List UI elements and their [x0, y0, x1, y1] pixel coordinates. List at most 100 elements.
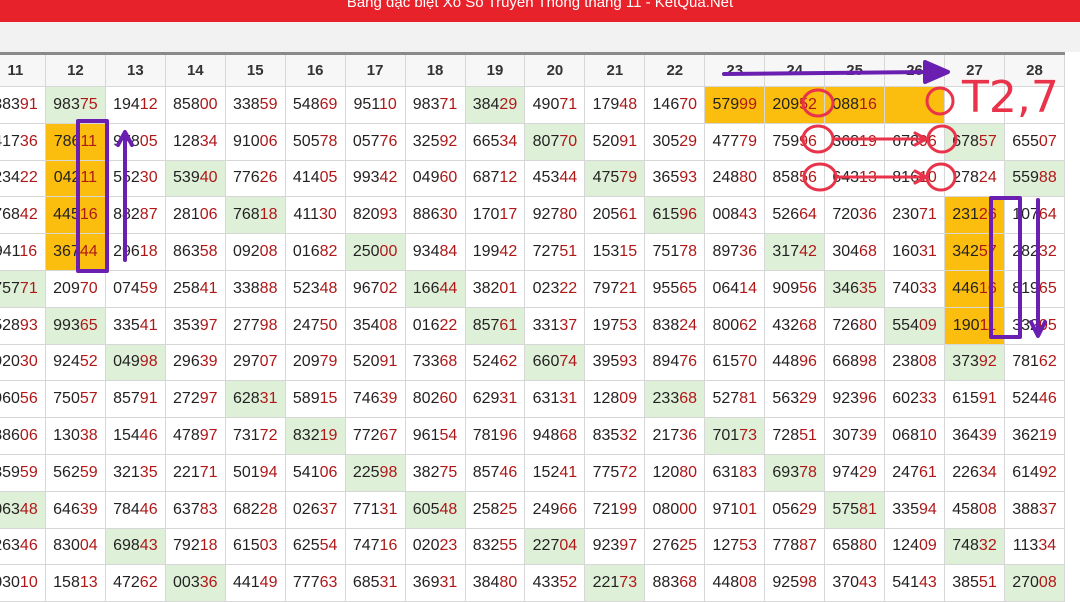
result-number: 57581	[832, 500, 877, 518]
result-cell: 37043	[824, 564, 886, 602]
result-cell: 22171	[164, 453, 226, 492]
result-cell: 29707	[224, 343, 286, 382]
result-number: 04211	[53, 169, 98, 187]
table-row: 38391 98375 19412 85800 33859 54869 95110 98371…	[0, 86, 1066, 124]
result-cell: 72199	[584, 490, 646, 529]
result-number: 85800	[173, 95, 218, 113]
result-number: 19011	[952, 316, 997, 334]
result-cell: 89476	[644, 343, 706, 382]
result-cell: 14670	[644, 86, 706, 124]
result-number: 92397	[592, 537, 638, 555]
result-cell: 36219	[1003, 417, 1066, 455]
result-cell: 06414	[704, 269, 766, 308]
result-number: 74832	[952, 537, 997, 555]
result-cell: 28232	[1003, 233, 1066, 271]
column-header-20: 20	[524, 52, 586, 87]
result-cell: 41130	[284, 196, 346, 235]
result-cell: 85800	[164, 86, 226, 124]
result-cell: 77131	[344, 490, 406, 529]
result-cell: 96154	[404, 417, 466, 455]
result-number: 72751	[532, 243, 578, 261]
result-number: 61503	[232, 537, 278, 555]
result-cell: 57999	[704, 86, 766, 124]
result-cell: 30468	[824, 233, 886, 271]
result-cell: 68712	[464, 159, 526, 198]
result-number: 29639	[173, 353, 218, 371]
result-number: 58915	[292, 390, 338, 408]
result-number: 49071	[532, 95, 578, 113]
result-number: 27008	[1012, 574, 1057, 592]
result-number: 38429	[472, 95, 518, 113]
table-row: 03010 15813 47262 00336 44149 77763 68531 36931…	[0, 564, 1066, 602]
result-number: 33137	[532, 316, 578, 334]
result-number: 16644	[412, 279, 458, 297]
result-cell: 22634	[944, 453, 1005, 492]
table-row: 88606 13038 15446 47897 73172 83219 77267 96154…	[0, 417, 1066, 455]
result-cell: 08000	[644, 490, 706, 529]
result-cell: 02023	[404, 527, 466, 566]
result-cell: 31742	[764, 233, 826, 271]
result-cell: 50194	[224, 453, 286, 492]
result-number: 78196	[472, 427, 518, 445]
result-cell: 47579	[584, 159, 646, 198]
result-number: 29618	[113, 243, 158, 261]
result-cell: 00336	[164, 564, 226, 602]
result-number: 45808	[952, 500, 997, 518]
result-cell: 19412	[104, 86, 166, 124]
result-cell: 77626	[224, 159, 286, 198]
result-cell: 38480	[464, 564, 526, 602]
result-cell: 47262	[104, 564, 166, 602]
result-number: 70173	[712, 427, 757, 445]
result-cell: 92397	[584, 527, 646, 566]
result-cell: 04211	[44, 159, 106, 198]
result-number: 66898	[832, 353, 877, 371]
result-number: 61591	[952, 390, 997, 408]
result-number: 69378	[772, 463, 817, 481]
result-number: 95565	[652, 279, 698, 297]
result-cell: 22173	[584, 564, 646, 602]
result-cell: 75996	[764, 122, 826, 161]
result-number: 20970	[53, 279, 98, 297]
result-cell: 23368	[644, 380, 706, 419]
result-cell: 97101	[704, 490, 766, 529]
result-number: 47579	[592, 169, 638, 187]
result-cell: 67857	[944, 122, 1005, 161]
result-number: 47897	[173, 427, 218, 445]
result-number: 27798	[232, 316, 278, 334]
result-number: 36744	[53, 243, 98, 261]
result-number: 30739	[832, 427, 877, 445]
result-cell: 20979	[284, 343, 346, 382]
result-number: 69843	[113, 537, 158, 555]
result-cell: 88368	[644, 564, 706, 602]
result-cell: 33594	[884, 490, 945, 529]
table-row: 52893 99365 33541 35397 27798 24750 35408 01622…	[0, 306, 1066, 345]
result-cell: 92452	[44, 343, 106, 382]
result-number: 12834	[173, 132, 218, 150]
result-cell: 49071	[524, 86, 586, 124]
result-number: 36819	[832, 132, 877, 150]
result-cell: 38837	[1003, 490, 1066, 529]
page-header-bar: Bảng đặc biệt Xổ Số Truyền Thống tháng 1…	[0, 0, 1080, 22]
result-cell: 61570	[704, 343, 766, 382]
result-number: 89476	[652, 353, 698, 371]
result-number: 06810	[892, 427, 937, 445]
result-cell: 02322	[524, 269, 586, 308]
result-cell: 78446	[104, 490, 166, 529]
result-cell: 88287	[104, 196, 166, 235]
result-cell: 55230	[104, 159, 166, 198]
result-number: 93484	[412, 243, 458, 261]
result-number: 52091	[592, 132, 638, 150]
result-cell: 38551	[944, 564, 1005, 602]
result-number: 88368	[652, 574, 698, 592]
result-number: 61570	[712, 353, 757, 371]
result-cell: 41405	[284, 159, 346, 198]
result-cell: 77267	[344, 417, 406, 455]
result-cell: 61596	[644, 196, 706, 235]
result-number: 26346	[0, 537, 38, 555]
result-number: 23808	[892, 353, 937, 371]
result-cell: 12809	[584, 380, 646, 419]
result-number: 36593	[652, 169, 698, 187]
result-cell: 44616	[944, 269, 1005, 308]
result-number: 77626	[232, 169, 278, 187]
result-number: 88606	[0, 427, 38, 445]
